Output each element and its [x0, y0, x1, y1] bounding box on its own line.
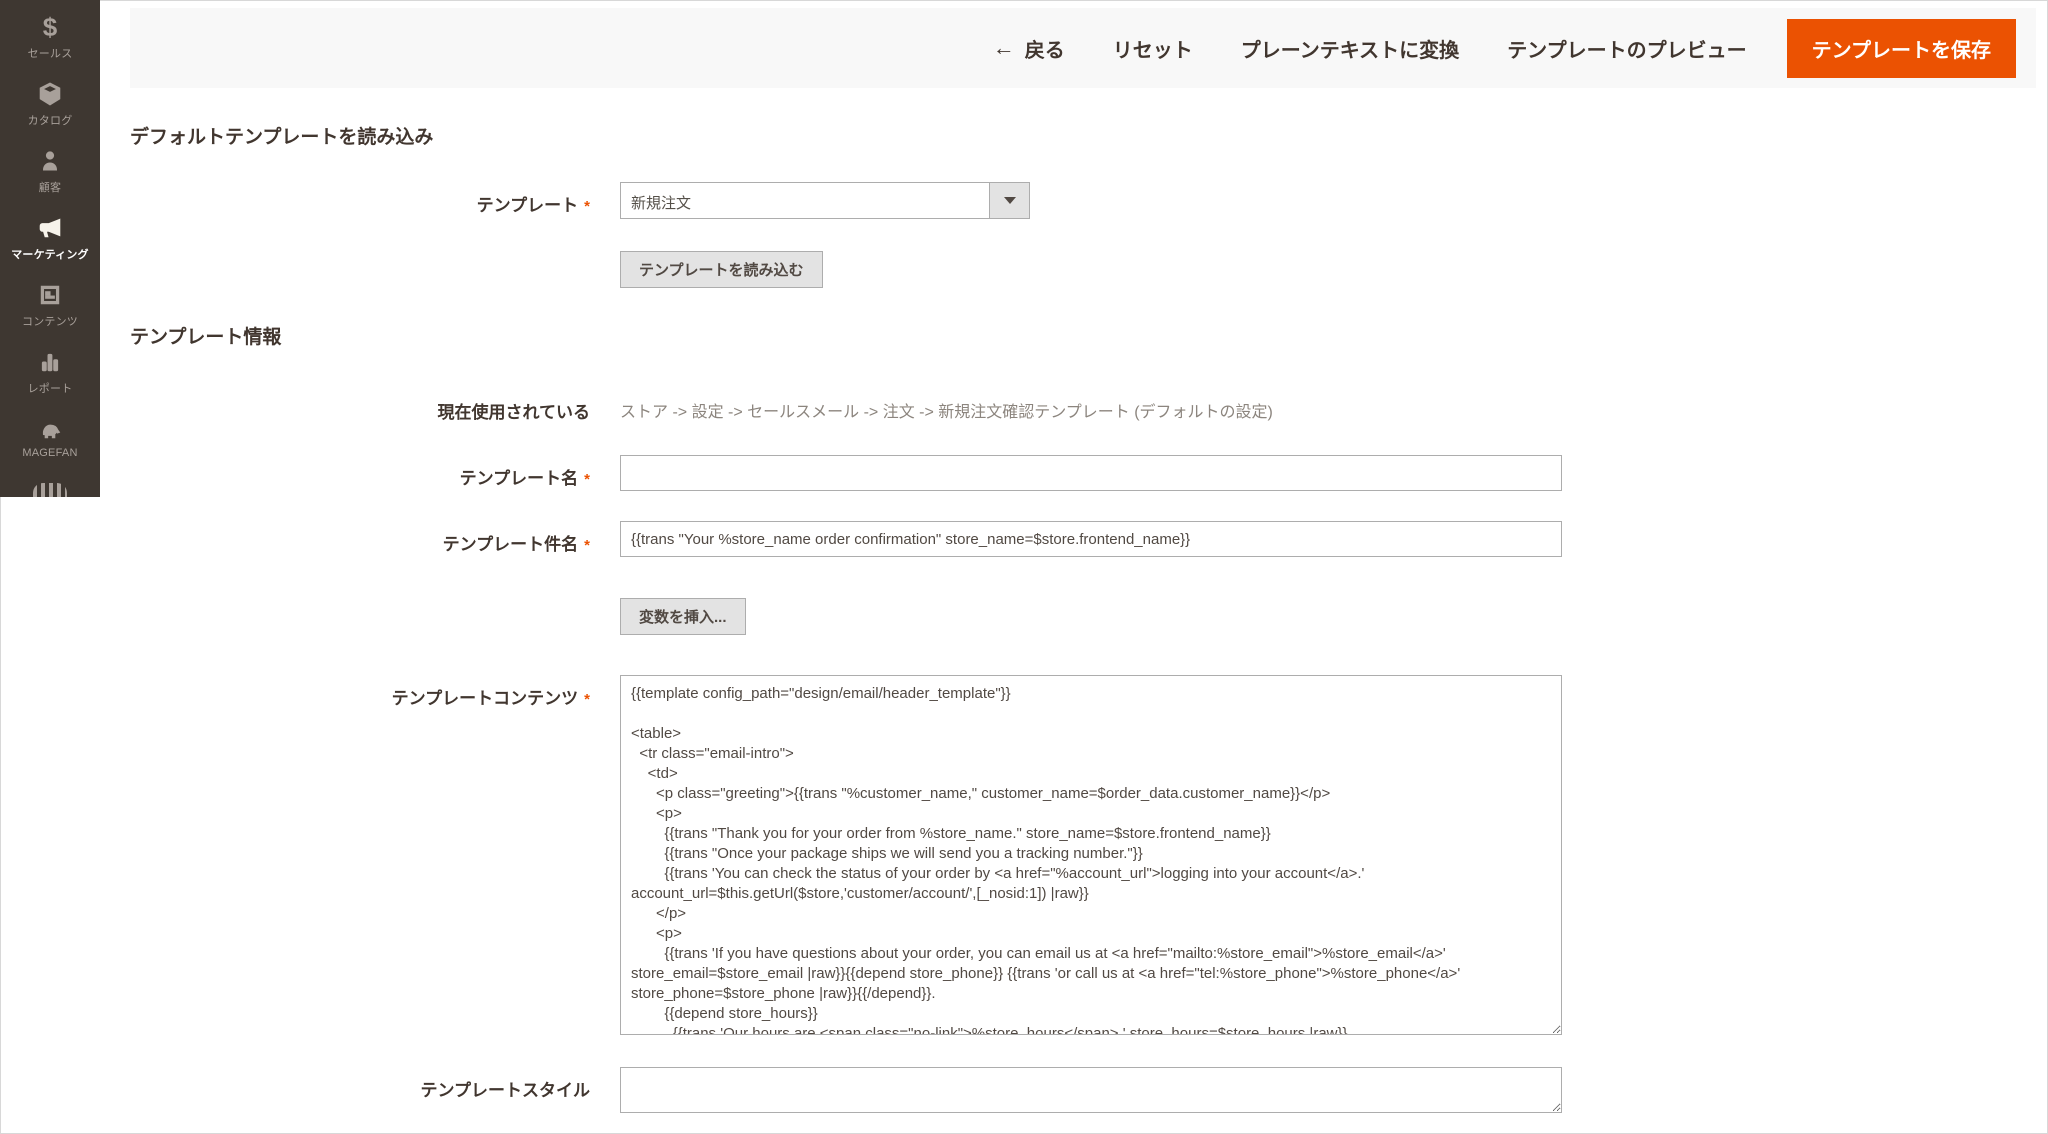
convert-button-label: プレーンテキストに変換: [1241, 34, 1459, 63]
sidebar-item-label: 顧客: [39, 179, 61, 195]
load-template-row: テンプレートを読み込む: [620, 251, 2048, 288]
sidebar-item-label: カタログ: [28, 112, 73, 128]
template-subject-row: テンプレート件名*: [130, 521, 2048, 557]
convert-to-plain-text-button[interactable]: プレーンテキストに変換: [1241, 34, 1459, 63]
sales-icon: $: [43, 12, 57, 42]
page-toolbar: ← 戻る リセット プレーンテキストに変換 テンプレートのプレビュー テンプレー…: [130, 8, 2036, 88]
insert-variable-button[interactable]: 変数を挿入...: [620, 598, 746, 635]
required-marker: *: [584, 537, 590, 554]
reset-button[interactable]: リセット: [1113, 34, 1193, 63]
reports-icon: [37, 347, 63, 377]
sidebar-item-reports[interactable]: レポート: [0, 347, 100, 414]
sidebar-item-label: セールス: [28, 45, 73, 61]
required-marker: *: [584, 691, 590, 708]
template-select-row: テンプレート* 新規注文: [130, 182, 2048, 219]
template-name-input[interactable]: [620, 455, 1562, 491]
customers-icon: [38, 146, 62, 176]
currently-used-row: 現在使用されている ストア -> 設定 -> セールスメール -> 注文 -> …: [130, 389, 2048, 423]
preview-button-label: テンプレートのプレビュー: [1507, 34, 1746, 63]
template-select-label: テンプレート*: [130, 182, 620, 216]
main-column: ← 戻る リセット プレーンテキストに変換 テンプレートのプレビュー テンプレー…: [100, 0, 2048, 1134]
back-button[interactable]: ← 戻る: [993, 34, 1065, 63]
sidebar-item-customers[interactable]: 顧客: [0, 146, 100, 213]
preview-template-button[interactable]: テンプレートのプレビュー: [1507, 34, 1746, 63]
template-content-label: テンプレートコンテンツ*: [130, 675, 620, 709]
template-name-row: テンプレート名*: [130, 455, 2048, 491]
template-styles-label: テンプレートスタイル: [130, 1067, 620, 1101]
sidebar-item-content[interactable]: コンテンツ: [0, 280, 100, 347]
reset-button-label: リセット: [1113, 34, 1193, 63]
template-select[interactable]: 新規注文: [620, 182, 1030, 219]
load-template-button[interactable]: テンプレートを読み込む: [620, 251, 823, 288]
sidebar-item-magefan[interactable]: MAGEFAN: [0, 414, 100, 481]
sidebar-item-label: レポート: [28, 380, 73, 396]
required-marker: *: [584, 471, 590, 488]
admin-app: $ セールス カタログ 顧客 マーケティング コンテンツ: [0, 0, 2048, 1134]
sidebar-item-label: マーケティング: [11, 246, 89, 262]
sidebar-item-label: MAGEFAN: [22, 447, 77, 459]
required-marker: *: [584, 198, 590, 215]
sidebar-item-label: コンテンツ: [22, 313, 78, 329]
form-content: デフォルトテンプレートを読み込み テンプレート* 新規注文 テンプレートを読み込…: [100, 88, 2048, 1113]
currently-used-path: ストア -> 設定 -> セールスメール -> 注文 -> 新規注文確認テンプレ…: [620, 389, 1273, 422]
back-button-label: 戻る: [1025, 34, 1065, 63]
sidebar-item-catalog[interactable]: カタログ: [0, 79, 100, 146]
back-arrow-icon: ←: [993, 37, 1015, 59]
template-name-label: テンプレート名*: [130, 455, 620, 489]
load-default-heading: デフォルトテンプレートを読み込み: [130, 122, 2048, 149]
currently-used-label: 現在使用されている: [130, 389, 620, 423]
sidebar-item-sales[interactable]: $ セールス: [0, 12, 100, 79]
template-info-heading: テンプレート情報: [130, 322, 2048, 349]
magefan-elephant-icon: [36, 414, 64, 444]
marketing-icon: [36, 213, 64, 243]
template-subject-label: テンプレート件名*: [130, 521, 620, 555]
template-subject-input[interactable]: [620, 521, 1562, 557]
select-dropdown-button[interactable]: [989, 183, 1029, 218]
clipped-bottom-icon[interactable]: [33, 483, 67, 497]
chevron-down-icon: [1004, 197, 1016, 204]
template-styles-row: テンプレートスタイル: [130, 1067, 2048, 1113]
template-select-value: 新規注文: [621, 183, 989, 218]
insert-variable-row: 変数を挿入...: [620, 598, 2048, 635]
admin-sidebar: $ セールス カタログ 顧客 マーケティング コンテンツ: [0, 0, 100, 497]
template-content-row: テンプレートコンテンツ* {{template config_path="des…: [130, 675, 2048, 1035]
content-icon: [37, 280, 63, 310]
sidebar-item-marketing[interactable]: マーケティング: [0, 213, 100, 280]
save-template-button[interactable]: テンプレートを保存: [1787, 19, 2016, 78]
template-styles-textarea[interactable]: [620, 1067, 1562, 1113]
template-content-textarea[interactable]: {{template config_path="design/email/hea…: [620, 675, 1562, 1035]
catalog-icon: [37, 79, 63, 109]
